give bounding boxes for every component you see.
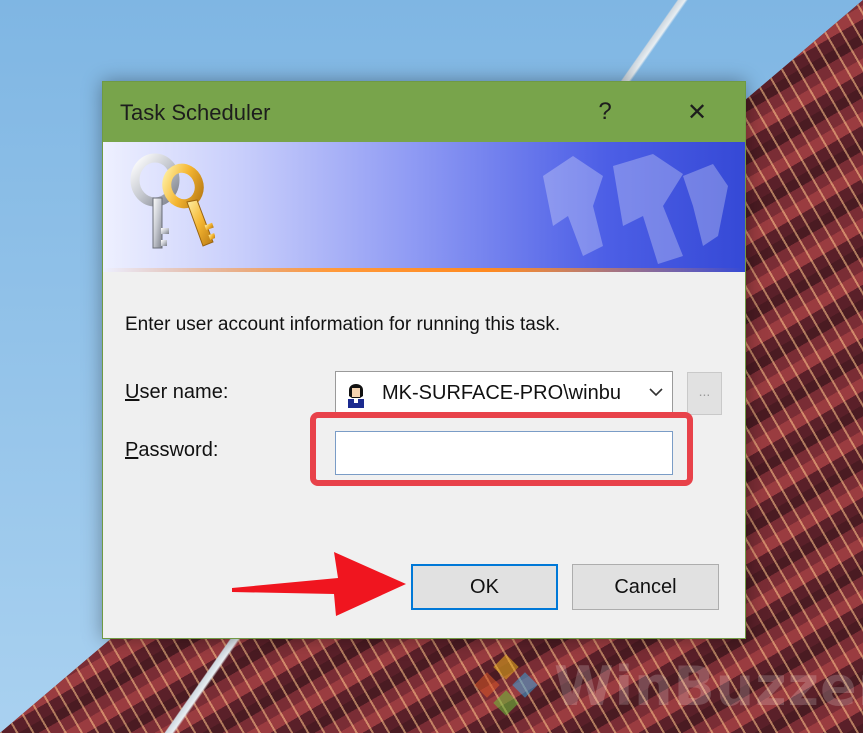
user-name-label-text: ser name:	[139, 381, 229, 403]
password-label-text: assword:	[138, 439, 219, 461]
red-arrow-annotation	[232, 552, 406, 616]
user-name-mnemonic: U	[125, 381, 140, 403]
winbuzzer-watermark: WinBuzzer	[470, 650, 863, 722]
chevron-down-icon[interactable]	[646, 382, 666, 402]
cancel-button[interactable]: Cancel	[572, 564, 719, 610]
password-label: Password:	[125, 439, 218, 462]
banner-accent-line	[103, 268, 745, 272]
dialog-banner	[103, 142, 745, 272]
banner-watermark-icon	[543, 154, 728, 264]
browse-user-button[interactable]: ...	[687, 372, 722, 415]
close-button[interactable]: ✕	[673, 82, 721, 142]
keys-icon	[130, 153, 215, 249]
user-avatar-icon	[344, 378, 368, 408]
user-name-value: MK-SURFACE-PRO\winbu	[382, 381, 621, 404]
ok-button[interactable]: OK	[411, 564, 558, 610]
task-scheduler-dialog: Task Scheduler ? ✕ Enter user account in…	[102, 81, 746, 639]
dialog-title: Task Scheduler	[120, 100, 271, 125]
watermark-text: WinBuzzer	[554, 654, 863, 718]
title-bar[interactable]: Task Scheduler ? ✕	[103, 82, 745, 142]
user-name-label: User name:	[125, 381, 228, 404]
password-mnemonic: P	[125, 439, 139, 461]
winbuzzer-logo-icon	[470, 650, 542, 722]
password-highlight-annotation	[310, 412, 693, 486]
help-button[interactable]: ?	[581, 82, 629, 142]
instruction-text: Enter user account information for runni…	[125, 314, 561, 335]
user-name-combobox[interactable]: MK-SURFACE-PRO\winbu	[335, 371, 673, 415]
